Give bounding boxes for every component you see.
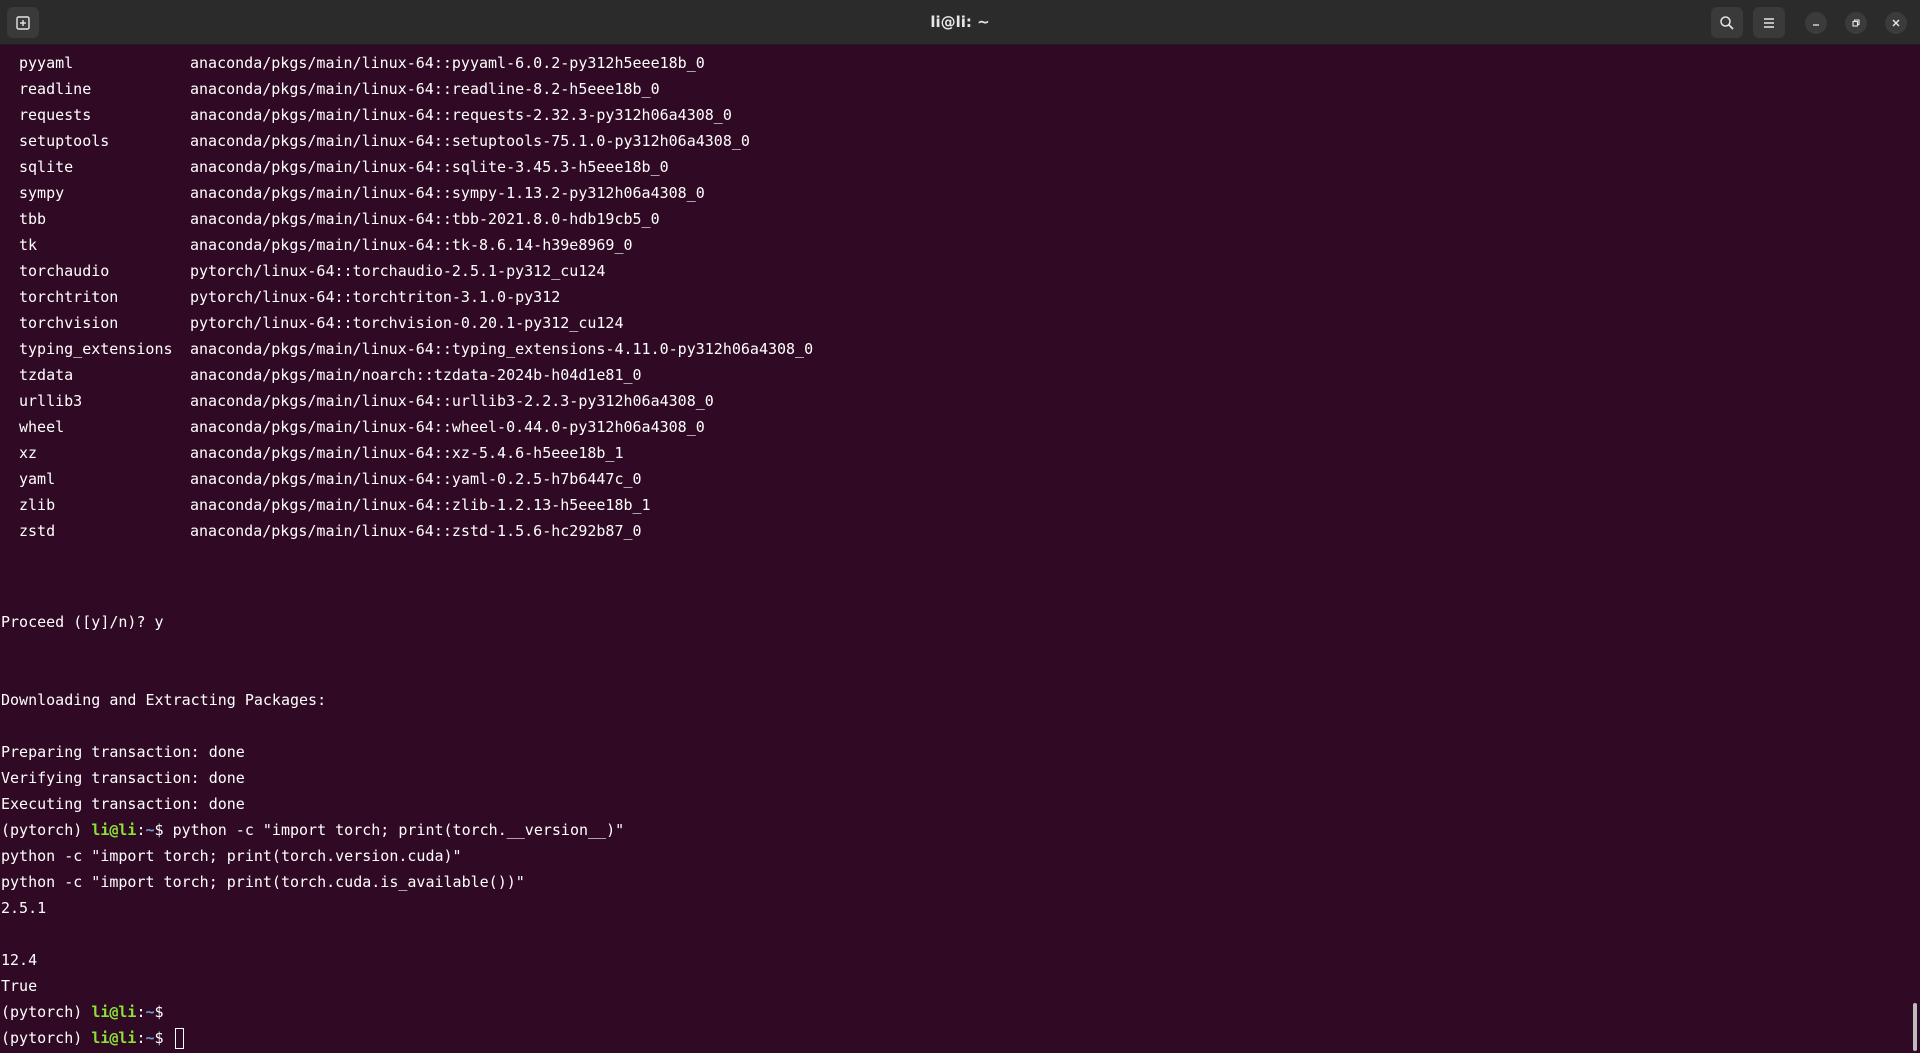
package-source: anaconda/pkgs/main/linux-64::pyyaml-6.0.… — [190, 54, 705, 72]
verifying-status: Verifying transaction: done — [1, 769, 245, 787]
package-source: anaconda/pkgs/main/linux-64::zlib-1.2.13… — [190, 496, 651, 514]
package-name: wheel — [19, 418, 65, 436]
command-text: python -c "import torch; print(torch.ver… — [1, 847, 462, 865]
package-name: readline — [19, 80, 92, 98]
restore-icon — [1852, 19, 1860, 27]
package-source: anaconda/pkgs/main/linux-64::setuptools-… — [190, 132, 750, 150]
package-source: anaconda/pkgs/main/linux-64::tbb-2021.8.… — [190, 210, 660, 228]
proceed-prompt: Proceed ([y]/n)? y — [1, 613, 164, 631]
package-source: anaconda/pkgs/main/linux-64::readline-8.… — [190, 80, 660, 98]
new-tab-button[interactable] — [7, 7, 39, 38]
preparing-status: Preparing transaction: done — [1, 743, 245, 761]
package-name: xz — [19, 444, 38, 462]
package-name: yaml — [19, 470, 56, 488]
package-name: tbb — [19, 210, 47, 228]
package-source: anaconda/pkgs/main/linux-64::wheel-0.44.… — [190, 418, 705, 436]
package-source: pytorch/linux-64::torchtriton-3.1.0-py31… — [190, 288, 561, 306]
prompt-env: (pytorch) — [1, 821, 92, 839]
menu-button[interactable] — [1753, 7, 1785, 38]
package-source: anaconda/pkgs/main/linux-64::zstd-1.5.6-… — [190, 522, 642, 540]
package-name: sympy — [19, 184, 65, 202]
prompt-user: li@li — [91, 821, 137, 839]
minimize-button[interactable] — [1805, 12, 1827, 34]
package-source: anaconda/pkgs/main/linux-64::xz-5.4.6-h5… — [190, 444, 624, 462]
package-name: torchtriton — [19, 288, 119, 306]
package-name: zlib — [19, 496, 56, 514]
output-available: True — [1, 977, 38, 995]
scrollbar-thumb[interactable] — [1913, 1003, 1917, 1051]
prompt-env: (pytorch) — [1, 1029, 92, 1047]
package-name: typing_extensions — [19, 340, 173, 358]
package-name: torchaudio — [19, 262, 110, 280]
prompt-user: li@li — [91, 1003, 137, 1021]
prompt-dollar: $ — [154, 1029, 173, 1047]
output-version: 2.5.1 — [1, 899, 47, 917]
prompt-user: li@li — [91, 1029, 137, 1047]
package-name: tk — [19, 236, 38, 254]
package-name: pyyaml — [19, 54, 74, 72]
prompt-path: ~ — [145, 821, 155, 839]
prompt-line: (pytorch) li@li:~$ python -c "import tor… — [1, 817, 624, 843]
package-source: anaconda/pkgs/main/linux-64::tk-8.6.14-h… — [190, 236, 633, 254]
prompt-dollar: $ — [154, 821, 173, 839]
output-cuda: 12.4 — [1, 951, 38, 969]
prompt-separator: : — [136, 1029, 146, 1047]
vertical-scrollbar[interactable] — [1910, 45, 1920, 1053]
text-cursor — [174, 1028, 184, 1049]
window-title: li@li: ~ — [930, 13, 990, 31]
prompt-dollar: $ — [154, 1003, 173, 1021]
package-name: requests — [19, 106, 92, 124]
search-icon — [1720, 15, 1734, 30]
package-source: anaconda/pkgs/main/linux-64::sympy-1.13.… — [190, 184, 705, 202]
title-bar: li@li: ~ — [0, 0, 1920, 45]
package-source: anaconda/pkgs/main/linux-64::yaml-0.2.5-… — [190, 470, 642, 488]
executing-status: Executing transaction: done — [1, 795, 245, 813]
prompt-line: (pytorch) li@li:~$ — [1, 999, 173, 1025]
close-icon — [1892, 19, 1900, 27]
package-source: anaconda/pkgs/main/linux-64::requests-2.… — [190, 106, 732, 124]
restore-button[interactable] — [1845, 12, 1867, 34]
package-name: urllib3 — [19, 392, 83, 410]
command-text: python -c "import torch; print(torch.__v… — [172, 821, 625, 839]
active-prompt-line[interactable]: (pytorch) li@li:~$ — [1, 1025, 184, 1051]
command-text: python -c "import torch; print(torch.cud… — [1, 873, 525, 891]
package-source: anaconda/pkgs/main/linux-64::urllib3-2.2… — [190, 392, 714, 410]
new-tab-icon — [16, 15, 30, 30]
prompt-path: ~ — [145, 1029, 155, 1047]
package-source: anaconda/pkgs/main/linux-64::sqlite-3.45… — [190, 158, 669, 176]
prompt-separator: : — [136, 1003, 146, 1021]
package-name: sqlite — [19, 158, 74, 176]
prompt-separator: : — [136, 821, 146, 839]
hamburger-menu-icon — [1764, 17, 1774, 28]
package-source: anaconda/pkgs/main/noarch::tzdata-2024b-… — [190, 366, 642, 384]
package-name: zstd — [19, 522, 56, 540]
prompt-env: (pytorch) — [1, 1003, 92, 1021]
minimize-icon — [1813, 24, 1819, 26]
package-source: pytorch/linux-64::torchaudio-2.5.1-py312… — [190, 262, 606, 280]
prompt-path: ~ — [145, 1003, 155, 1021]
package-source: anaconda/pkgs/main/linux-64::typing_exte… — [190, 340, 814, 358]
terminal-output[interactable]: pyyaml anaconda/pkgs/main/linux-64::pyya… — [0, 45, 1910, 1053]
search-button[interactable] — [1711, 7, 1743, 38]
package-name: tzdata — [19, 366, 74, 384]
downloading-status: Downloading and Extracting Packages: — [1, 691, 327, 709]
package-name: torchvision — [19, 314, 119, 332]
package-source: pytorch/linux-64::torchvision-0.20.1-py3… — [190, 314, 624, 332]
package-name: setuptools — [19, 132, 110, 150]
close-button[interactable] — [1885, 12, 1907, 34]
